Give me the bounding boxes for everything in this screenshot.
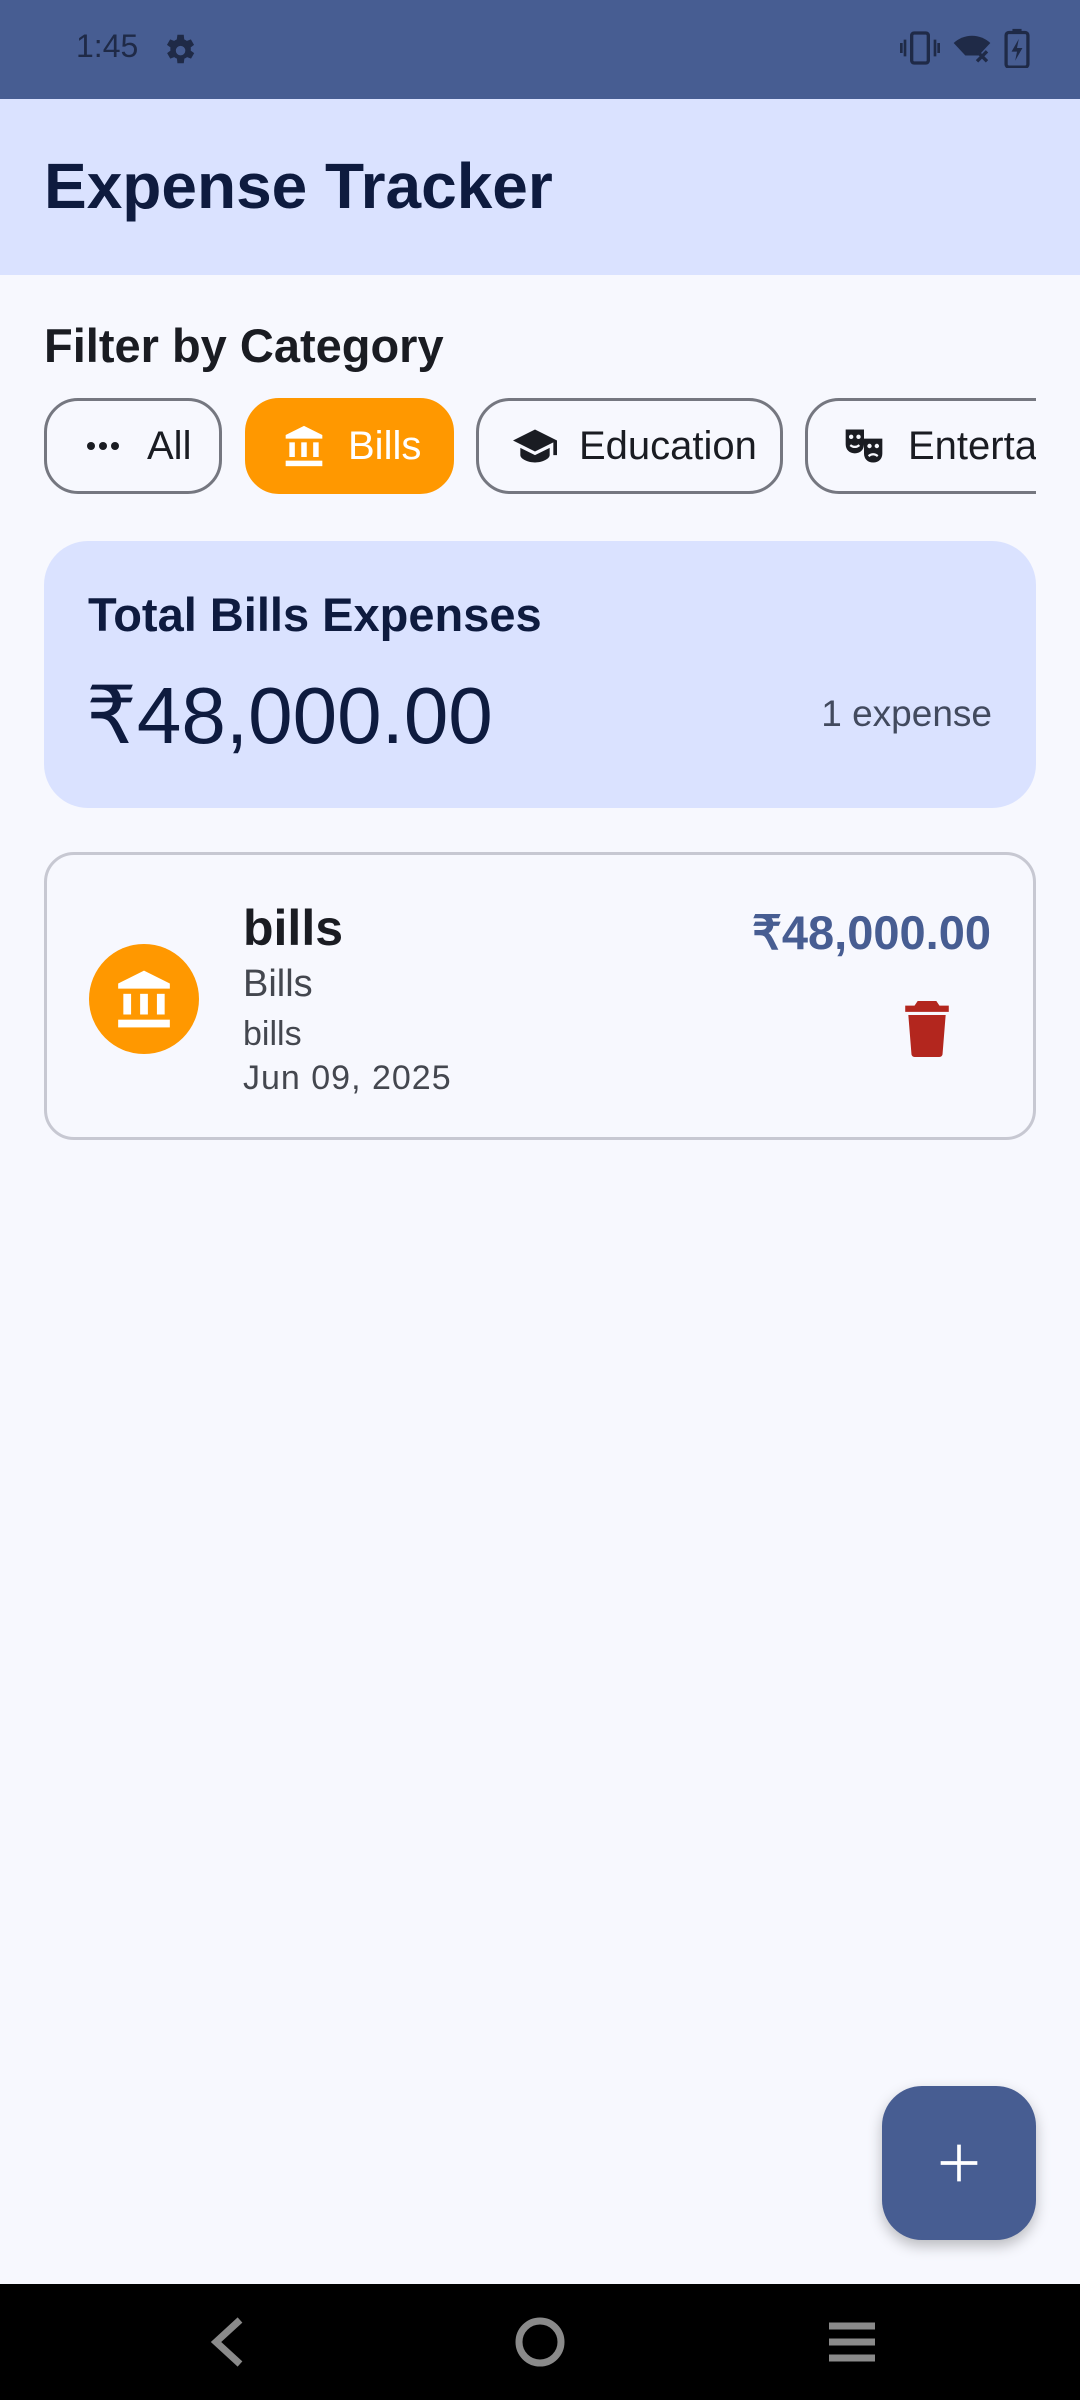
expense-date: Jun 09, 2025 xyxy=(243,1059,452,1097)
category-chips[interactable]: All Bills Education Entertai xyxy=(44,398,1036,498)
expense-amount: ₹48,000.00 xyxy=(752,906,991,959)
summary-count: 1 expense xyxy=(821,693,992,734)
status-bar: 1:45 xyxy=(0,0,1080,99)
vibrate-icon xyxy=(900,31,940,65)
settings-icon xyxy=(166,34,195,64)
summary-card: Total Bills Expenses ₹48,000.00 1 expens… xyxy=(44,541,1036,808)
home-button[interactable] xyxy=(510,2312,570,2372)
expense-item[interactable]: bills Bills bills Jun 09, 2025 ₹48,000.0… xyxy=(44,852,1036,1140)
filter-title: Filter by Category xyxy=(44,319,444,372)
status-time: 1:45 xyxy=(76,28,139,64)
bank-icon xyxy=(89,944,199,1054)
home-icon xyxy=(515,2317,565,2367)
add-expense-button[interactable] xyxy=(882,2086,1036,2240)
chip-label: Entertai xyxy=(908,423,1036,468)
chip-label: Bills xyxy=(348,423,422,468)
back-button[interactable] xyxy=(198,2312,258,2372)
chip-bills[interactable]: Bills xyxy=(245,398,454,494)
back-icon xyxy=(210,2317,243,2367)
chip-education[interactable]: Education xyxy=(476,398,783,494)
wifi-off-icon xyxy=(953,35,991,63)
menu-icon xyxy=(829,2322,875,2362)
summary-title: Total Bills Expenses xyxy=(88,588,542,641)
theater-masks-icon xyxy=(842,424,886,468)
school-icon xyxy=(513,424,557,468)
status-icons xyxy=(900,28,1030,68)
chip-entertainment[interactable]: Entertai xyxy=(805,398,1036,494)
bank-icon xyxy=(282,424,326,468)
summary-amount: ₹48,000.00 xyxy=(86,671,493,760)
expense-title: bills xyxy=(243,900,344,956)
chip-label: All xyxy=(147,423,192,468)
delete-icon[interactable] xyxy=(905,1001,949,1057)
app-title: Expense Tracker xyxy=(44,150,553,222)
expense-note: bills xyxy=(243,1015,302,1053)
battery-charging-icon xyxy=(1004,28,1030,68)
system-nav-bar xyxy=(0,2284,1080,2400)
recents-button[interactable] xyxy=(822,2312,882,2372)
add-icon xyxy=(940,2144,978,2182)
chip-label: Education xyxy=(579,423,757,468)
expense-category: Bills xyxy=(243,963,313,1005)
app-bar: Expense Tracker xyxy=(0,99,1080,275)
chip-all[interactable]: All xyxy=(44,398,222,494)
more-horiz-icon xyxy=(81,424,125,468)
